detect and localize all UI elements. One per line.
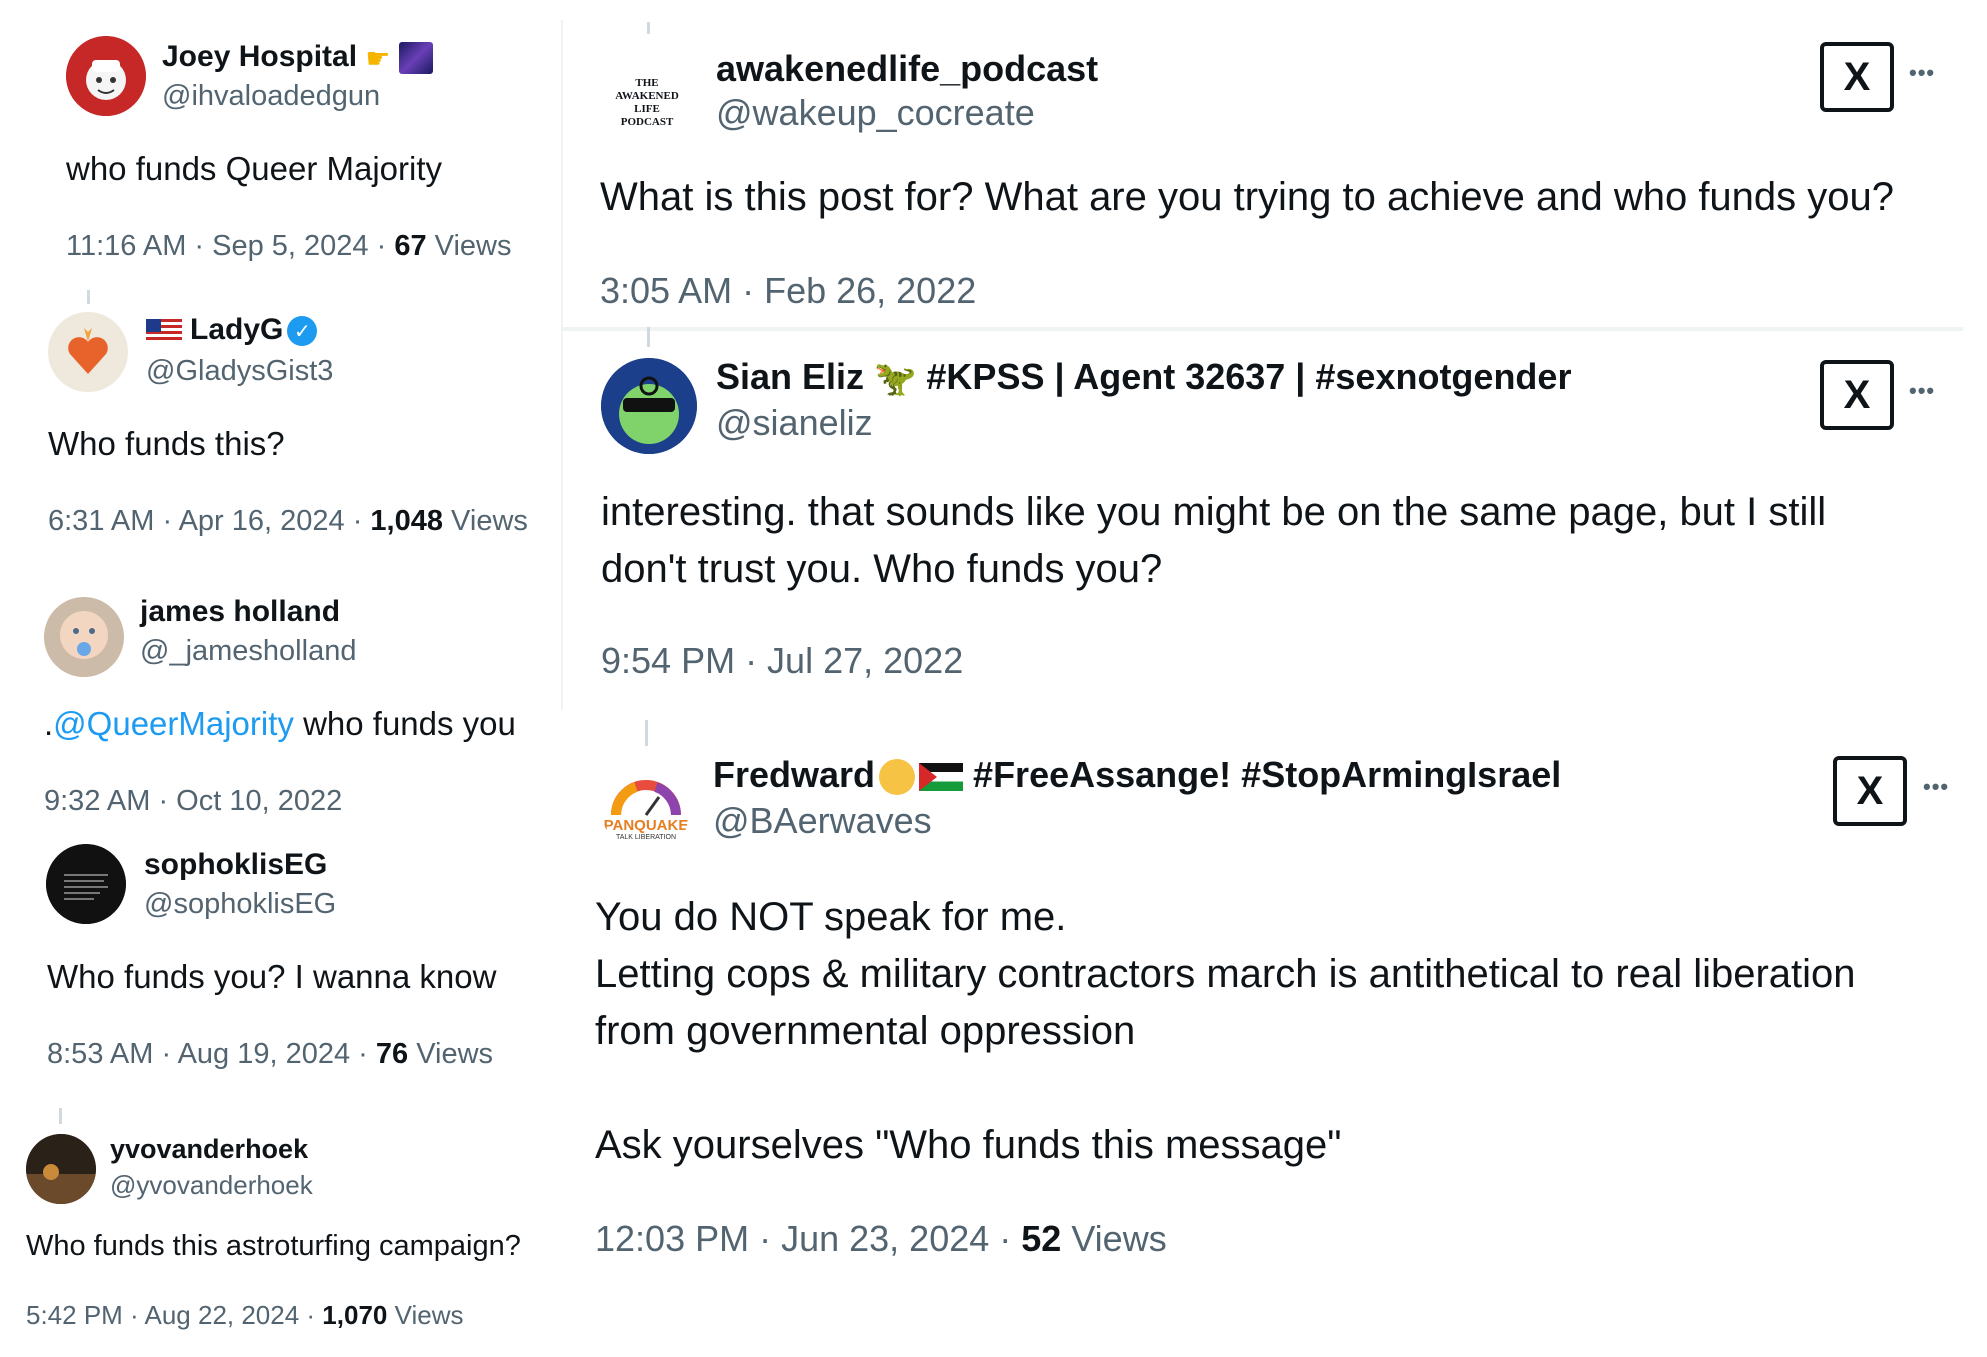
user-handle[interactable]: @wakeup_cocreate: [716, 92, 1035, 134]
avatar[interactable]: [66, 36, 146, 116]
avatar-image: [66, 36, 146, 116]
x-logo-icon: X: [1856, 768, 1884, 813]
us-flag-icon: [146, 319, 182, 344]
user-handle[interactable]: @yvovanderhoek: [110, 1170, 313, 1201]
avatar[interactable]: [601, 358, 697, 454]
tweet-text: .@QueerMajority who funds you: [44, 705, 516, 742]
views-count: 52: [1021, 1218, 1062, 1259]
tweet-text: Who funds this?: [48, 425, 285, 462]
tweet-text-line-2: don't trust you. Who funds you?: [601, 547, 1163, 591]
tweet-timestamp[interactable]: 9:32 AM · Oct 10, 2022: [44, 785, 342, 818]
tweet-timestamp[interactable]: 6:31 AM · Apr 16, 2024 · 1,048 Views: [48, 505, 528, 538]
tweet-text: What is this post for? What are you tryi…: [600, 175, 1895, 219]
x-logo-icon: X: [1843, 54, 1871, 99]
display-name[interactable]: Sian Eliz 🦖 #KPSS | Agent 32637 | #sexno…: [716, 356, 1571, 399]
avatar[interactable]: [26, 1134, 96, 1204]
user-handle[interactable]: @sophoklisEG: [144, 888, 336, 921]
tweet-text-line-2: Letting cops & military contractors marc…: [595, 952, 1856, 996]
more-options-button[interactable]: •••: [1923, 774, 1949, 800]
display-name[interactable]: Fredward #FreeAssange! #StopArmingIsrael: [713, 754, 1561, 796]
tweet-text-line-4: Ask yourselves "Who funds this message": [595, 1123, 1342, 1167]
x-logo-icon: X: [1843, 372, 1871, 417]
tweet-timestamp[interactable]: 8:53 AM · Aug 19, 2024 · 76 Views: [47, 1038, 493, 1071]
x-logo-button[interactable]: X: [1820, 42, 1894, 112]
tweet-joey-hospital[interactable]: Joey Hospital ☛ @ihvaloadedgun who funds…: [0, 0, 560, 270]
tweet-james-holland[interactable]: james holland @_jamesholland .@QueerMajo…: [0, 580, 560, 830]
tweet-yvovanderhoek[interactable]: yvovanderhoek @yvovanderhoek Who funds t…: [0, 1130, 560, 1357]
tweet-text: Who funds you? I wanna know: [47, 958, 497, 995]
display-name[interactable]: sophoklisEG: [144, 848, 327, 882]
panquake-label: PANQUAKE: [603, 817, 689, 834]
verified-badge-icon: ✓: [287, 316, 318, 347]
display-name[interactable]: Joey Hospital ☛: [162, 40, 433, 75]
tweet-text-line-3: from governmental oppression: [595, 1009, 1136, 1053]
baby-photo-icon: [44, 597, 124, 677]
views-count: 1,048: [370, 505, 443, 537]
tweet-timestamp[interactable]: 5:42 PM · Aug 22, 2024 · 1,070 Views: [26, 1300, 463, 1331]
avatar[interactable]: PANQUAKE TALK LIBERATION: [600, 760, 692, 852]
tweet-timestamp[interactable]: 11:16 AM · Sep 5, 2024 · 67 Views: [66, 230, 512, 263]
shushing-face-icon: [879, 759, 916, 796]
mention-link[interactable]: @QueerMajority: [53, 705, 294, 742]
avatar[interactable]: [48, 312, 128, 392]
sacred-heart-icon: [48, 312, 128, 392]
speedometer-icon: [611, 780, 681, 816]
panquake-sublabel: TALK LIBERATION: [615, 834, 677, 841]
tweet-text: Who funds this astroturfing campaign?: [26, 1230, 521, 1262]
more-icon: •••: [1909, 378, 1936, 403]
tweet-awakenedlife[interactable]: THE AWAKENED LIFE PODCAST awakenedlife_p…: [563, 30, 1983, 320]
more-options-button[interactable]: •••: [1909, 378, 1935, 404]
user-handle[interactable]: @GladysGist3: [146, 355, 333, 388]
tweet-ladyg[interactable]: LadyG ✓ @GladysGist3 Who funds this? 6:31…: [0, 300, 560, 550]
dinosaur-icon: 🦖: [874, 360, 917, 399]
display-name[interactable]: james holland: [140, 595, 340, 629]
display-name[interactable]: awakenedlife_podcast: [716, 48, 1098, 90]
tweet-sian-eliz[interactable]: Sian Eliz 🦖 #KPSS | Agent 32637 | #sexno…: [563, 340, 1983, 690]
tweet-timestamp[interactable]: 3:05 AM · Feb 26, 2022: [600, 270, 976, 312]
tweet-text-line-1: You do NOT speak for me.: [595, 895, 1067, 939]
display-name[interactable]: LadyG ✓: [146, 313, 318, 347]
tweet-divider: [563, 327, 1963, 331]
avatar[interactable]: [44, 597, 124, 677]
pointing-hand-icon: ☛: [365, 42, 391, 74]
avatar[interactable]: [46, 844, 126, 924]
tweet-text-line-1: interesting. that sounds like you might …: [601, 490, 1827, 534]
views-count: 76: [375, 1038, 409, 1070]
tweet-text: who funds Queer Majority: [66, 150, 443, 187]
user-handle[interactable]: @BAerwaves: [713, 800, 932, 842]
more-options-button[interactable]: •••: [1909, 60, 1935, 86]
more-icon: •••: [1923, 774, 1950, 799]
tweet-fredward[interactable]: PANQUAKE TALK LIBERATION Fredward #FreeA…: [563, 740, 1983, 1280]
palestine-flag-icon: [919, 763, 964, 792]
tweet-timestamp[interactable]: 9:54 PM · Jul 27, 2022: [601, 640, 963, 682]
x-logo-button[interactable]: X: [1833, 756, 1907, 826]
user-handle[interactable]: @ihvaloadedgun: [162, 80, 380, 113]
galaxy-icon: [398, 42, 433, 75]
avatar-face-icon: [601, 358, 697, 454]
quote-image-icon: [46, 844, 126, 924]
user-handle[interactable]: @_jamesholland: [140, 635, 356, 668]
display-name[interactable]: yvovanderhoek: [110, 1134, 308, 1165]
more-icon: •••: [1909, 60, 1936, 85]
podcast-logo-text: THE AWAKENED LIFE PODCAST: [615, 77, 679, 128]
views-count: 67: [394, 230, 427, 262]
x-logo-button[interactable]: X: [1820, 360, 1894, 430]
views-count: 1,070: [322, 1300, 388, 1330]
thread-line: [59, 1108, 62, 1124]
landscape-photo-icon: [26, 1134, 96, 1204]
tweet-timestamp[interactable]: 12:03 PM · Jun 23, 2024 · 52 Views: [595, 1218, 1167, 1260]
user-handle[interactable]: @sianeliz: [716, 402, 873, 444]
tweet-sophoklis[interactable]: sophoklisEG @sophoklisEG Who funds you? …: [0, 840, 560, 1090]
avatar[interactable]: THE AWAKENED LIFE PODCAST: [600, 56, 694, 150]
